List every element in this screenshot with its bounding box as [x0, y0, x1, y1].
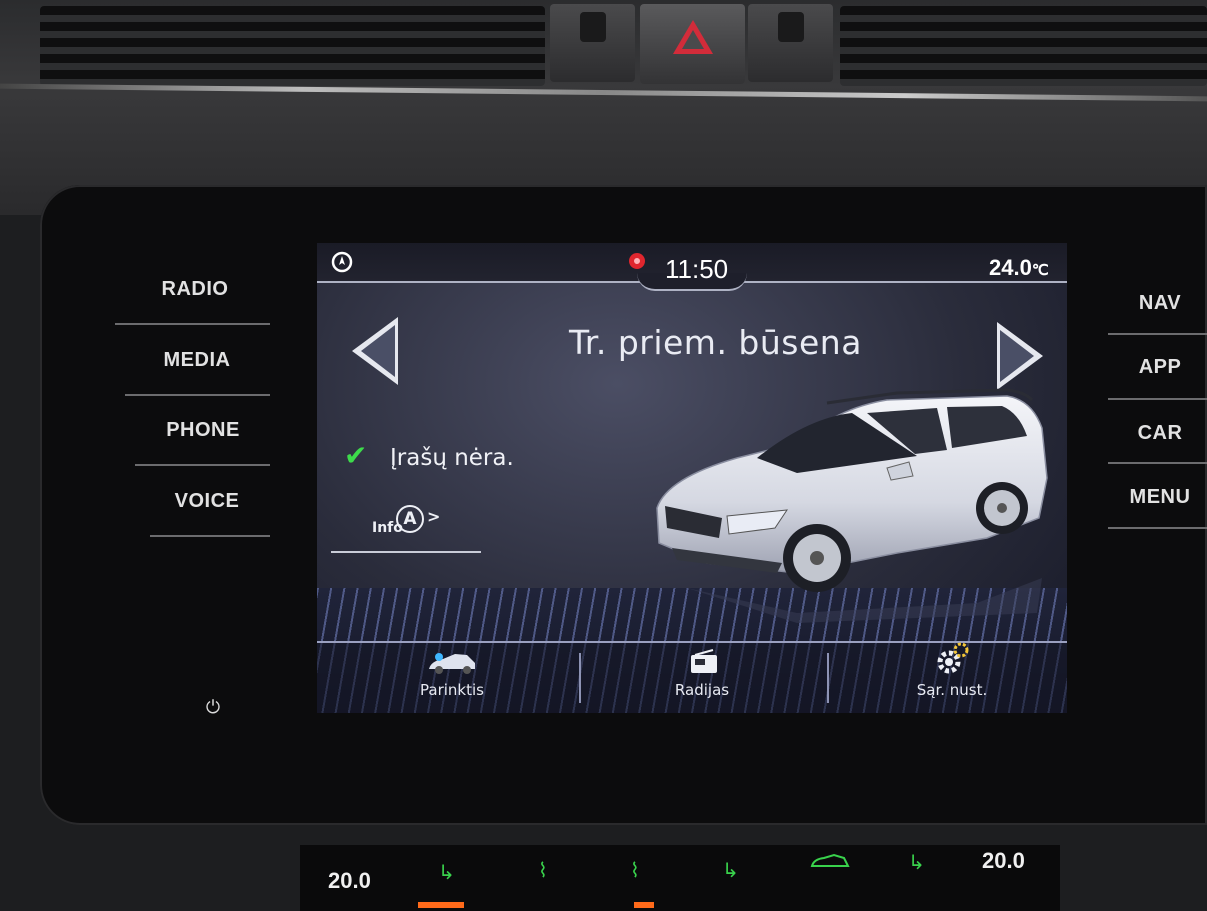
divider — [1108, 527, 1207, 529]
air-vent-right — [840, 6, 1207, 86]
page-title: Tr. priem. būsena — [569, 323, 862, 362]
divider — [1108, 398, 1207, 400]
tab-radijas[interactable]: Radijas — [637, 645, 767, 709]
touchscreen: 11:50 24.0℃ Tr. priem. būsena ✔ Įrašų nė… — [317, 243, 1067, 713]
car-button[interactable]: CAR — [1120, 422, 1200, 445]
heat-level-indicator — [418, 902, 464, 908]
radio-icon — [691, 649, 717, 673]
phone-button[interactable]: PHONE — [148, 419, 258, 442]
divider — [331, 551, 481, 553]
dash-switch-right[interactable] — [748, 4, 833, 82]
tuning-knob[interactable] — [1100, 635, 1207, 745]
tab-separator — [579, 653, 581, 703]
nav-button[interactable]: NAV — [1120, 292, 1200, 315]
gear-icon — [937, 642, 969, 674]
dash-switch-left[interactable] — [550, 4, 635, 82]
compass-icon — [331, 251, 353, 273]
seat-heat-right-icon[interactable]: ↳ — [722, 858, 739, 882]
right-temperature[interactable]: 20.0 — [982, 848, 1025, 874]
car-image — [656, 388, 1048, 623]
checkmark-icon: ✔ — [344, 439, 368, 472]
menu-button[interactable]: MENU — [1120, 486, 1200, 509]
hazard-icon — [673, 20, 713, 54]
divider — [1108, 462, 1207, 464]
power-icon: ⏻ — [205, 697, 221, 718]
radio-button[interactable]: RADIO — [140, 278, 250, 301]
heat-level-indicator — [634, 902, 654, 908]
car-settings-icon — [429, 653, 475, 674]
seat-vent-left-icon[interactable]: ⌇ — [538, 858, 548, 882]
divider — [135, 464, 270, 466]
info-button[interactable]: Info A > — [372, 505, 452, 539]
seat-heat-left-icon[interactable]: ↳ — [438, 860, 455, 884]
media-button[interactable]: MEDIA — [142, 349, 252, 372]
divider — [125, 394, 270, 396]
left-temperature[interactable]: 20.0 — [328, 868, 371, 894]
air-vent-left — [40, 6, 545, 86]
tab-sar-nust[interactable]: Sąr. nust. — [887, 638, 1017, 708]
recirculation-icon[interactable] — [808, 852, 850, 872]
next-page-arrow[interactable] — [997, 322, 1043, 390]
divider — [150, 535, 270, 537]
divider — [115, 323, 270, 325]
seat-heat-icon[interactable]: ↳ — [908, 850, 925, 874]
divider — [1108, 333, 1207, 335]
tab-separator — [827, 653, 829, 703]
clock: 11:50 — [665, 254, 729, 284]
power-volume-knob[interactable]: ⏻ — [160, 655, 268, 763]
outside-temperature: 24.0℃ — [989, 255, 1049, 280]
app-button[interactable]: APP — [1120, 356, 1200, 379]
hazard-button[interactable] — [640, 4, 745, 84]
assistance-icon: A — [396, 505, 424, 533]
status-message: Įrašų nėra. — [390, 445, 514, 471]
previous-page-arrow[interactable] — [352, 317, 398, 385]
voice-button[interactable]: VOICE — [152, 490, 262, 513]
seat-vent-right-icon[interactable]: ⌇ — [630, 858, 640, 882]
climate-panel — [300, 845, 1060, 911]
tab-parinktis[interactable]: Parinktis — [387, 645, 517, 709]
alert-dot-icon — [629, 253, 645, 269]
chevron-right-icon: > — [427, 507, 441, 526]
